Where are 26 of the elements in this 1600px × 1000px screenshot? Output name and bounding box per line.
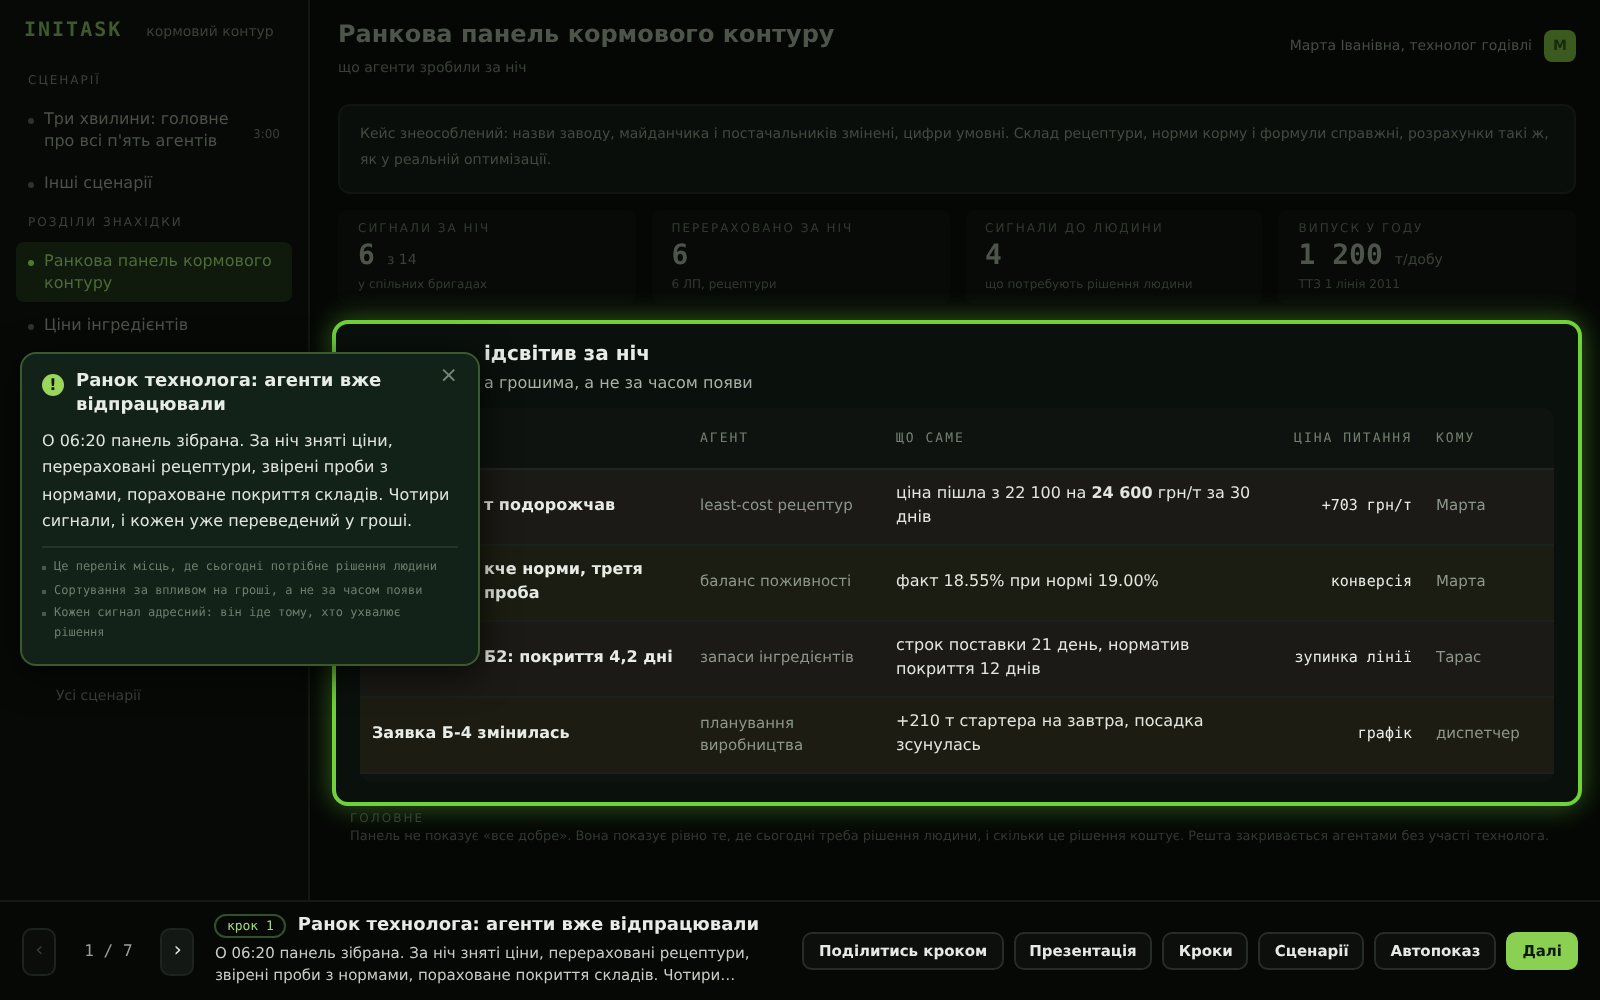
signal-cell-text: кче норми, третя проба	[484, 558, 645, 607]
signal-cell-text: т подорожчав	[484, 494, 618, 519]
page-title: Ранкова панель кормового контуру	[338, 20, 835, 48]
card-title: ідсвітив за ніч	[484, 343, 653, 366]
next-button[interactable]: ›	[160, 927, 195, 975]
popover-text: О 06:20 панель зібрана. За ніч зняті ціни, перераховані рецептури, звірені проби з нормами, пораховане покриття складів. Чотири сигнали, і кожен уже переведений у гроші.	[42, 428, 458, 549]
detail-cell-text: строк поставки 21 день, норматив покриття 12 днів	[896, 634, 1192, 683]
stat-value: 6	[671, 239, 689, 272]
stat-value: 4	[985, 239, 1002, 272]
alert-icon: !	[42, 374, 64, 396]
step-title: Ранок технолога: агенти вже відпрацювали	[297, 916, 760, 937]
step-counter: 1 / 7	[82, 942, 135, 960]
stat-value: 6	[358, 239, 375, 272]
card-subtitle: а грошима, а не за часом появи	[484, 373, 755, 392]
popover-title: Ранок технолога: агенти вже відпрацювали	[76, 370, 384, 419]
signal-cell-text: Б2: покриття 4,2 дні	[484, 646, 675, 671]
stat-value: 1 200	[1298, 239, 1383, 272]
detail-cell-text: ціна пішла з 22 100 на 24 600 грн/т за 30 днів	[896, 482, 1253, 531]
signal-cell-text: Заявка Б-4 змінилась	[372, 722, 572, 747]
sidebar-item[interactable]: Ціни інгредієнтів	[16, 305, 292, 345]
detail-cell-text: +210 т стартера на завтра, посадка зсунулась	[896, 710, 1206, 759]
detail-cell-text: факт 18.55% при нормі 19.00%	[896, 570, 1161, 595]
close-button[interactable]: ×	[439, 364, 458, 386]
logo: INITASK	[24, 20, 123, 42]
sidebar-item[interactable]: Ранкова панель кормового контуру	[16, 241, 292, 302]
sidebar-item[interactable]: Інші сценарії	[16, 164, 292, 204]
